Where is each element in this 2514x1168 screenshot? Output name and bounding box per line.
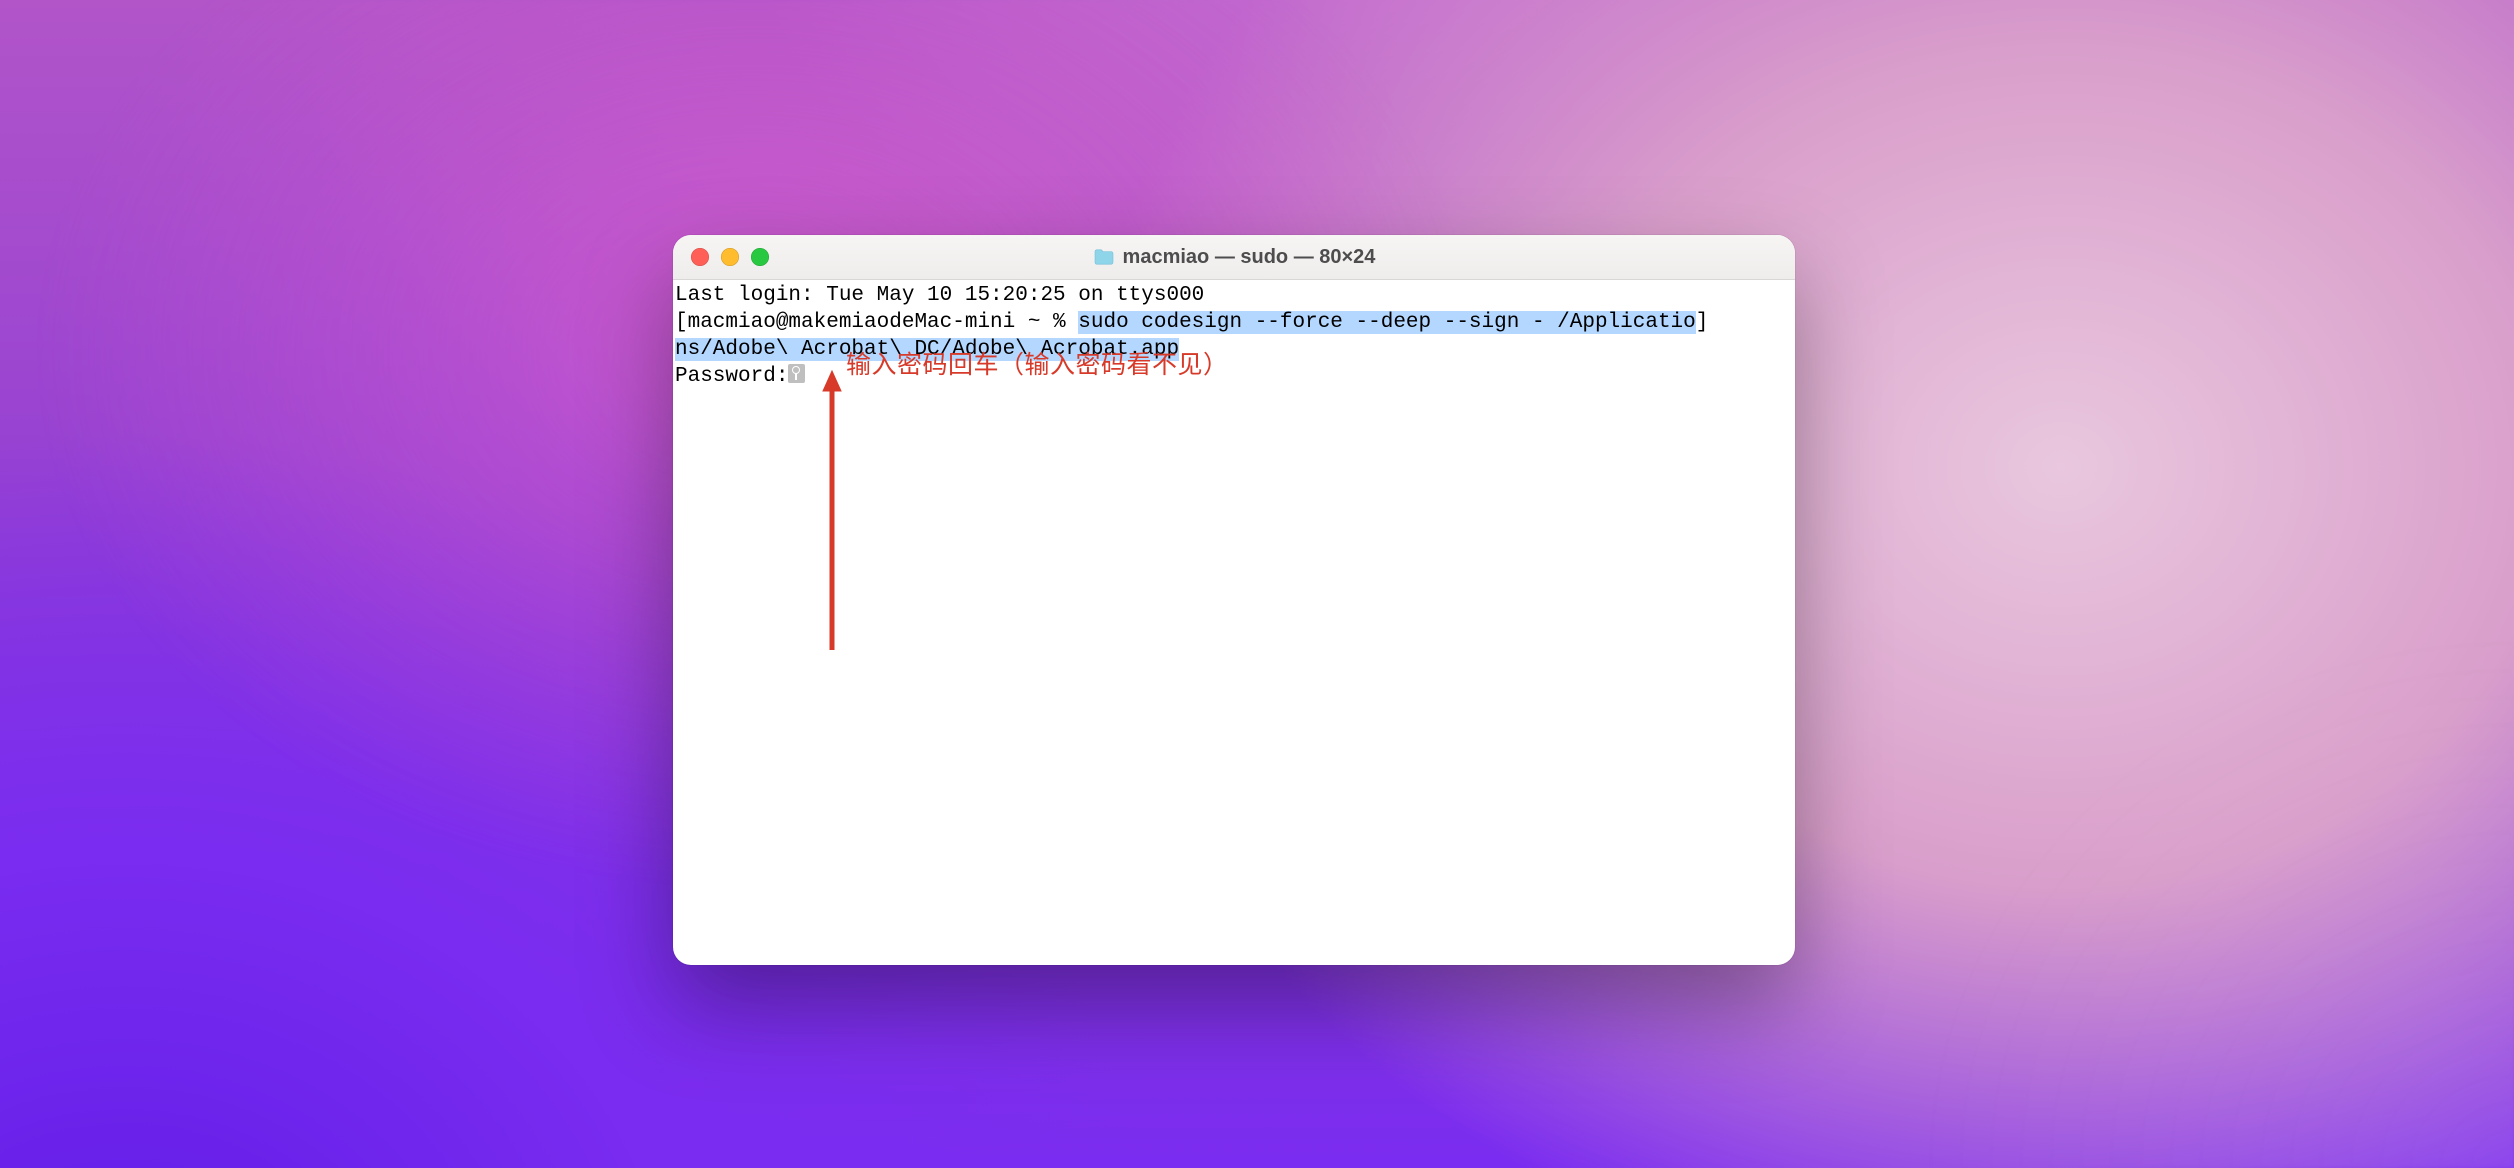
terminal-body[interactable]: Last login: Tue May 10 15:20:25 on ttys0…: [673, 280, 1795, 390]
window-title-text: macmiao — sudo — 80×24: [1123, 246, 1376, 269]
desktop-wallpaper: macmiao — sudo — 80×24 Last login: Tue M…: [0, 0, 2514, 1168]
folder-icon: [1093, 248, 1115, 266]
traffic-lights: [673, 248, 769, 266]
annotation-overlay: 输入密码回车（输入密码看不见）: [821, 345, 1321, 645]
terminal-window[interactable]: macmiao — sudo — 80×24 Last login: Tue M…: [673, 235, 1795, 965]
terminal-wrap-bracket: ]: [1696, 311, 1709, 334]
terminal-command-line1: sudo codesign --force --deep --sign - /A…: [1078, 311, 1696, 334]
annotation-arrow-icon: [821, 365, 851, 655]
terminal-prompt-prefix: [macmiao@makemiaodeMac-mini ~ %: [675, 311, 1078, 334]
window-titlebar[interactable]: macmiao — sudo — 80×24: [673, 235, 1795, 280]
terminal-last-login: Last login: Tue May 10 15:20:25 on ttys0…: [675, 284, 1204, 307]
zoom-button-icon[interactable]: [751, 248, 769, 266]
terminal-command-line2: ns/Adobe\ Acrobat\ DC/Adobe\ Acrobat.app: [675, 338, 1179, 361]
close-button-icon[interactable]: [691, 248, 709, 266]
window-title: macmiao — sudo — 80×24: [673, 246, 1795, 269]
minimize-button-icon[interactable]: [721, 248, 739, 266]
key-icon: [788, 364, 805, 383]
terminal-password-label: Password:: [675, 365, 788, 388]
